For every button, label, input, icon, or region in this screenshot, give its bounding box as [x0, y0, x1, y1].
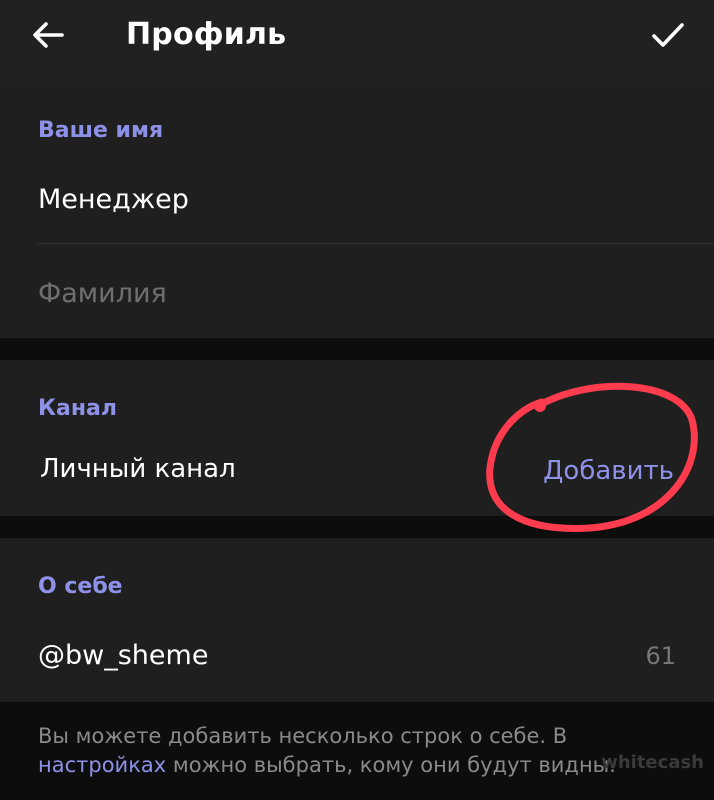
char-counter: 61: [645, 642, 676, 670]
confirm-button[interactable]: [640, 10, 696, 60]
arrow-left-icon: [33, 22, 64, 48]
check-icon: [652, 23, 684, 47]
first-name-field[interactable]: Менеджер: [38, 184, 189, 215]
name-section-header: Ваше имя: [38, 118, 164, 143]
add-channel-button[interactable]: Добавить: [543, 456, 674, 486]
about-hint: Вы можете добавить несколько строк о себ…: [38, 722, 678, 780]
channel-section-header: Канал: [38, 396, 117, 421]
personal-channel-label: Личный канал: [40, 454, 236, 484]
back-button[interactable]: [22, 12, 74, 58]
about-input[interactable]: @bw_sheme: [38, 640, 208, 671]
about-section-header: О себе: [38, 574, 123, 599]
profile-edit-screen: Профиль Ваше имя Менеджер Фамилия Канал …: [0, 0, 714, 800]
last-name-field[interactable]: Фамилия: [38, 278, 167, 309]
hint-text-before: Вы можете добавить несколько строк о себ…: [38, 724, 568, 748]
settings-link[interactable]: настройках: [38, 753, 166, 777]
watermark: whitecash: [601, 752, 704, 773]
page-title: Профиль: [126, 17, 287, 52]
about-section: О себе @bw_sheme 61: [0, 538, 714, 702]
app-bar: Профиль: [0, 0, 714, 82]
field-divider: [38, 243, 714, 244]
name-section: Ваше имя Менеджер Фамилия: [0, 82, 714, 338]
channel-section: Канал Личный канал Добавить: [0, 360, 714, 516]
hint-text-after: можно выбрать, кому они будут видны.: [166, 753, 616, 777]
